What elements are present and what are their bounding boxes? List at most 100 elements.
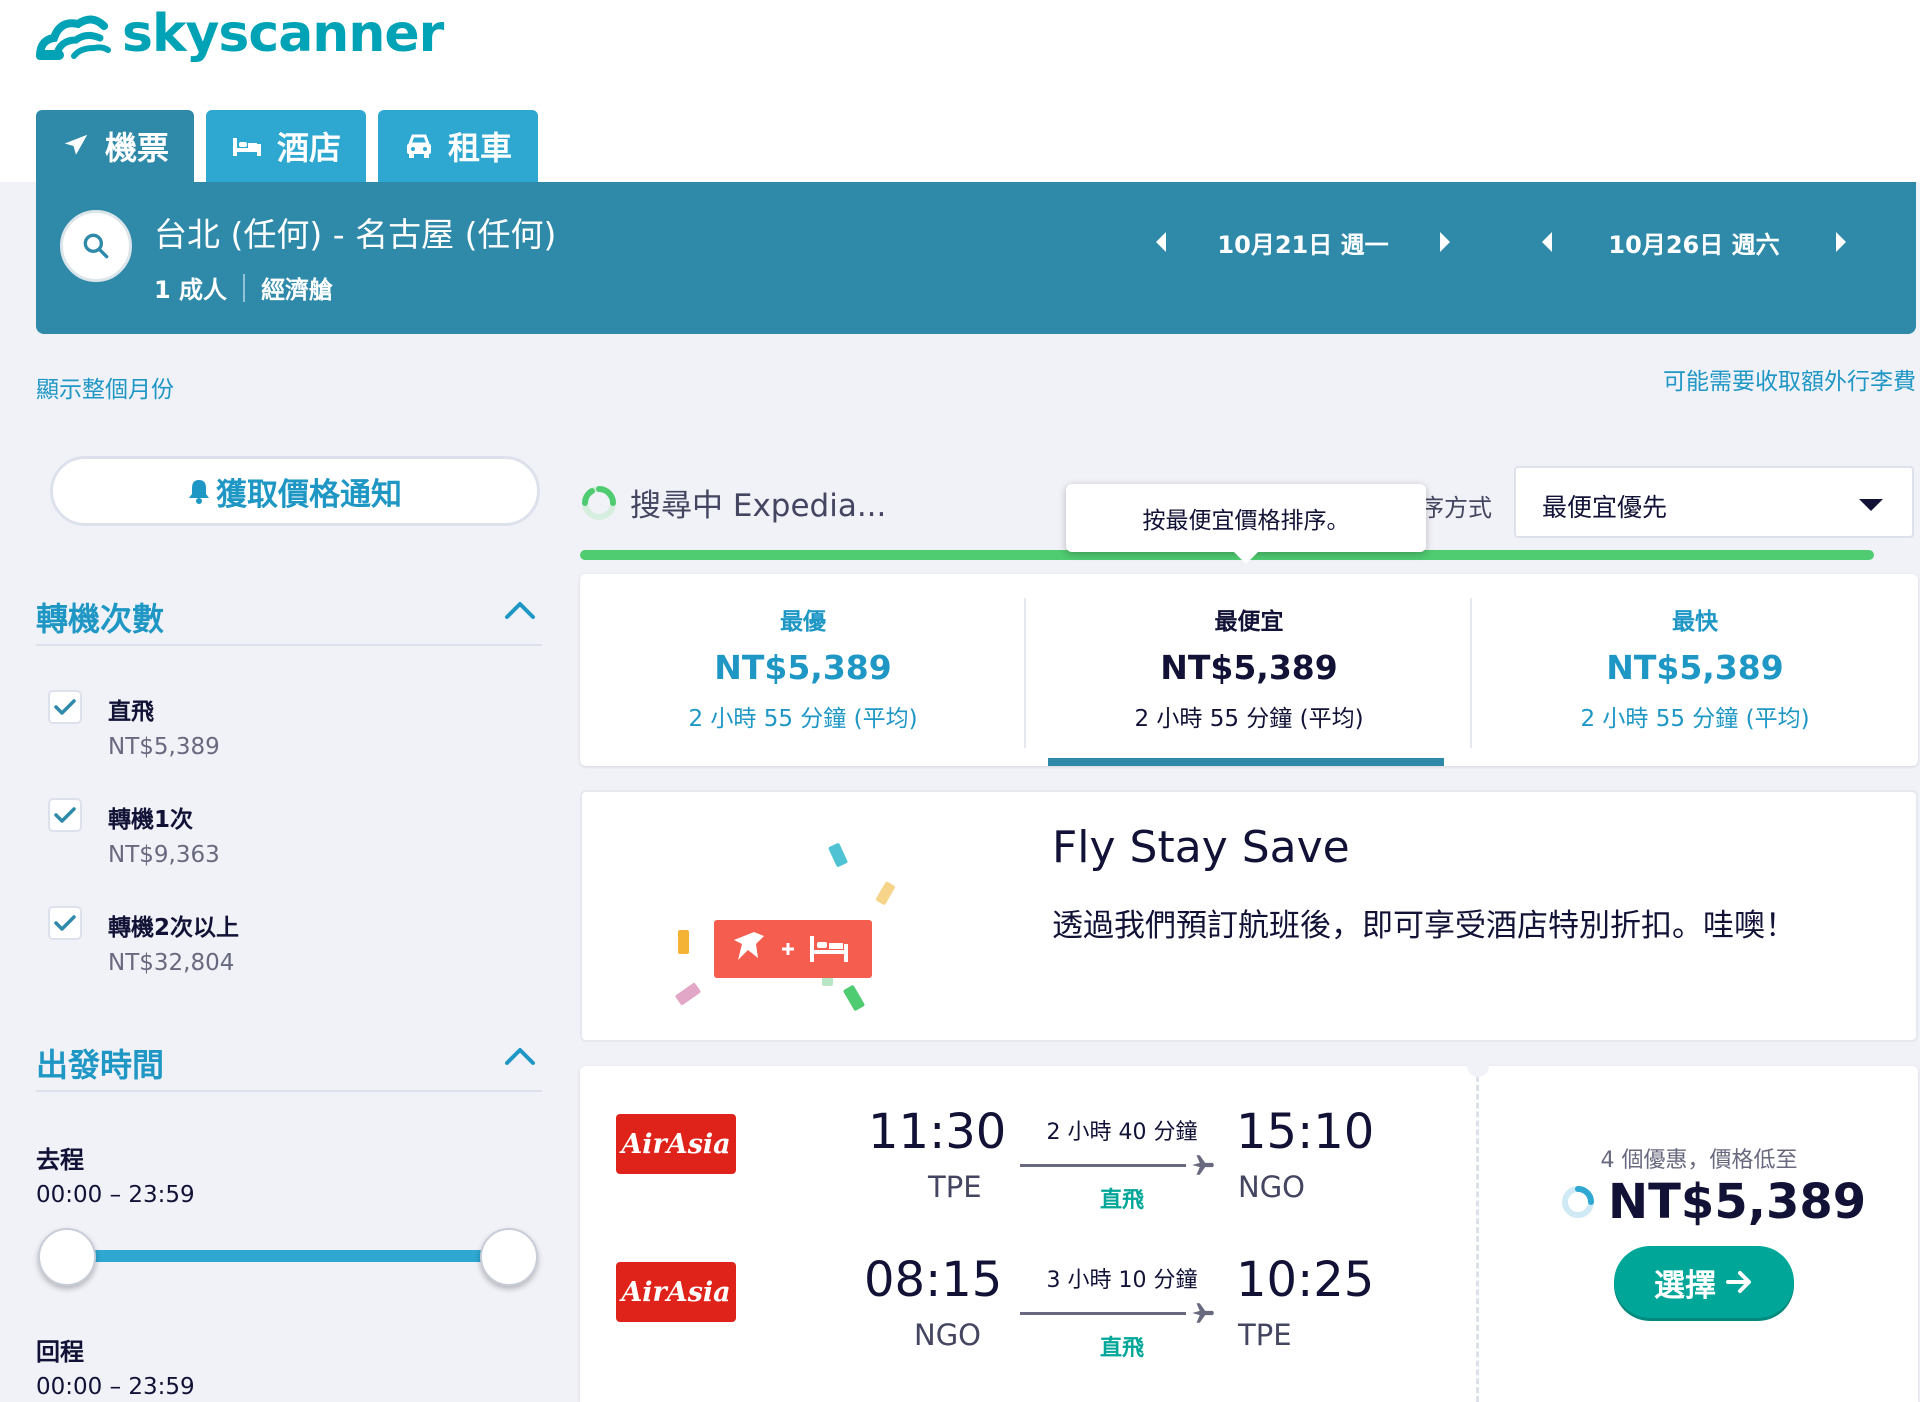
- sort-tab-price: NT$5,389: [1606, 648, 1784, 687]
- select-button[interactable]: 選擇: [1614, 1246, 1794, 1318]
- airline-logo-outbound: AirAsia: [616, 1114, 736, 1174]
- product-tabs: 機票 酒店 租車: [36, 110, 550, 182]
- option-label: 轉機1次: [108, 807, 194, 833]
- chevron-left-icon: [1156, 232, 1166, 252]
- sort-tab-best[interactable]: 最優 NT$5,389 2 小時 55 分鐘 (平均): [580, 574, 1026, 766]
- arrow-right-icon: [1726, 1271, 1751, 1293]
- search-progress: 搜尋中 Expedia...: [580, 480, 886, 525]
- return-stops: 直飛: [1099, 1336, 1144, 1361]
- promo-text: 透過我們預訂航班後，即可享受酒店特別折扣。哇噢！: [1052, 908, 1796, 944]
- sort-tab-duration: 2 小時 55 分鐘 (平均): [1134, 706, 1364, 732]
- divider: [243, 273, 246, 302]
- checkmark-icon: [54, 807, 76, 823]
- sort-tab-title: 最快: [1672, 609, 1718, 635]
- result-price: NT$5,389: [1608, 1174, 1867, 1230]
- flight-result-card[interactable]: AirAsia 11:30 TPE 2 小時 40 分鐘 直飛 15:10 NG…: [580, 1055, 1918, 1402]
- bell-icon: [189, 480, 209, 504]
- sort-tab-fastest[interactable]: 最快 NT$5,389 2 小時 55 分鐘 (平均): [1472, 574, 1918, 766]
- sort-tab-title: 最優: [780, 609, 826, 635]
- checkbox[interactable]: [48, 798, 82, 832]
- return-date-picker: 10月26日 週六: [1532, 222, 1856, 262]
- cabin-class: 經濟艙: [261, 276, 334, 304]
- tab-cars[interactable]: 租車: [378, 110, 538, 182]
- return-range: 00:00 – 23:59: [36, 1374, 195, 1400]
- search-summary-bar: 台北 (任何) - 名古屋 (任何) 1 成人 經濟艙 10月21日 週一 10…: [36, 182, 1916, 334]
- return-departure-airport: NGO: [914, 1318, 981, 1352]
- sort-tab-title: 最便宜: [1214, 609, 1284, 635]
- plane-icon: [1192, 1155, 1214, 1175]
- logo-wordmark: skyscanner: [122, 4, 444, 64]
- option-label: 轉機2次以上: [108, 915, 240, 941]
- flight-plus-hotel-illustration: [675, 843, 895, 1011]
- result-price-row: NT$5,389: [1560, 1174, 1866, 1230]
- sort-tab-duration: 2 小時 55 分鐘 (平均): [1580, 706, 1810, 732]
- tab-label: 酒店: [276, 129, 341, 167]
- outbound-slider-start-handle[interactable]: [38, 1228, 96, 1286]
- option-price: NT$32,804: [108, 950, 235, 976]
- skyscanner-logo-icon: [36, 15, 111, 60]
- outbound-slider-end-handle[interactable]: [480, 1228, 538, 1286]
- tab-hotels[interactable]: 酒店: [206, 110, 366, 182]
- airline-logo-return: AirAsia: [616, 1262, 736, 1322]
- option-label: 直飛: [108, 699, 154, 725]
- outbound-route-line: [1020, 1164, 1186, 1167]
- select-button-label: 選擇: [1654, 1267, 1716, 1304]
- tab-label: 租車: [447, 129, 512, 167]
- show-whole-month-link[interactable]: 顯示整個月份: [36, 370, 174, 404]
- progress-text: 搜尋中 Expedia...: [630, 488, 887, 524]
- sort-tooltip: 按最便宜價格排序。: [1066, 484, 1426, 552]
- bed-icon: [232, 138, 261, 156]
- route-text[interactable]: 台北 (任何) - 名古屋 (任何): [154, 208, 556, 256]
- chevron-up-icon: [505, 602, 535, 619]
- skyscanner-logo[interactable]: skyscanner: [34, 4, 444, 64]
- price-alert-button[interactable]: 獲取價格通知: [50, 456, 540, 526]
- depart-prev-button[interactable]: [1146, 222, 1176, 262]
- chevron-up-icon: [505, 1048, 535, 1065]
- sort-tab-price: NT$5,389: [714, 648, 892, 687]
- checkbox[interactable]: [48, 690, 82, 724]
- option-price: NT$5,389: [108, 734, 220, 760]
- return-duration: 3 小時 10 分鐘: [1046, 1268, 1198, 1293]
- checkbox[interactable]: [48, 906, 82, 940]
- passenger-count: 1 成人: [154, 276, 228, 304]
- sort-tab-duration: 2 小時 55 分鐘 (平均): [688, 706, 918, 732]
- fly-stay-save-banner[interactable]: Fly Stay Save 透過我們預訂航班後，即可享受酒店特別折扣。哇噢！: [580, 790, 1918, 1042]
- departure-time-filter-header[interactable]: 出發時間: [36, 1036, 542, 1092]
- sort-tab-price: NT$5,389: [1160, 648, 1338, 687]
- outbound-slider-track[interactable]: [68, 1250, 510, 1262]
- chevron-right-icon: [1440, 232, 1450, 252]
- passenger-summary[interactable]: 1 成人 經濟艙: [154, 270, 333, 305]
- search-button[interactable]: [60, 210, 132, 282]
- depart-date[interactable]: 10月21日 週一: [1176, 225, 1430, 260]
- return-date[interactable]: 10月26日 週六: [1562, 225, 1826, 260]
- option-price: NT$9,363: [108, 842, 220, 868]
- baggage-fee-link[interactable]: 可能需要收取額外行李費: [1663, 362, 1916, 396]
- return-label: 回程: [36, 1338, 84, 1366]
- chevron-down-icon: [1859, 499, 1883, 511]
- price-alert-label: 獲取價格通知: [216, 476, 402, 513]
- promo-title: Fly Stay Save: [1052, 822, 1350, 873]
- outbound-duration: 2 小時 40 分鐘: [1046, 1120, 1198, 1145]
- stops-filter-title: 轉機次數: [36, 600, 165, 638]
- chevron-right-icon: [1836, 232, 1846, 252]
- stops-filter-header[interactable]: 轉機次數: [36, 590, 542, 646]
- return-departure-time: 08:15: [864, 1252, 1003, 1308]
- loading-spinner-icon: [582, 485, 616, 520]
- outbound-arrival-time: 15:10: [1236, 1104, 1375, 1160]
- departure-time-filter-title: 出發時間: [36, 1046, 165, 1084]
- car-icon: [406, 134, 431, 158]
- return-next-button[interactable]: [1826, 222, 1856, 262]
- depart-next-button[interactable]: [1430, 222, 1460, 262]
- return-arrival-time: 10:25: [1236, 1252, 1375, 1308]
- return-arrival-airport: TPE: [1238, 1318, 1292, 1352]
- ticket-notch: [1467, 1055, 1489, 1077]
- sort-select[interactable]: 最便宜優先: [1514, 466, 1914, 538]
- outbound-range: 00:00 – 23:59: [36, 1182, 195, 1208]
- sort-tab-cheapest[interactable]: 最便宜 NT$5,389 2 小時 55 分鐘 (平均): [1026, 574, 1472, 766]
- plane-icon: [1192, 1303, 1214, 1323]
- return-prev-button[interactable]: [1532, 222, 1562, 262]
- sort-label: 序方式: [1420, 494, 1492, 522]
- checkmark-icon: [54, 699, 76, 715]
- tab-flights[interactable]: 機票: [36, 110, 194, 182]
- tab-label: 機票: [104, 129, 169, 167]
